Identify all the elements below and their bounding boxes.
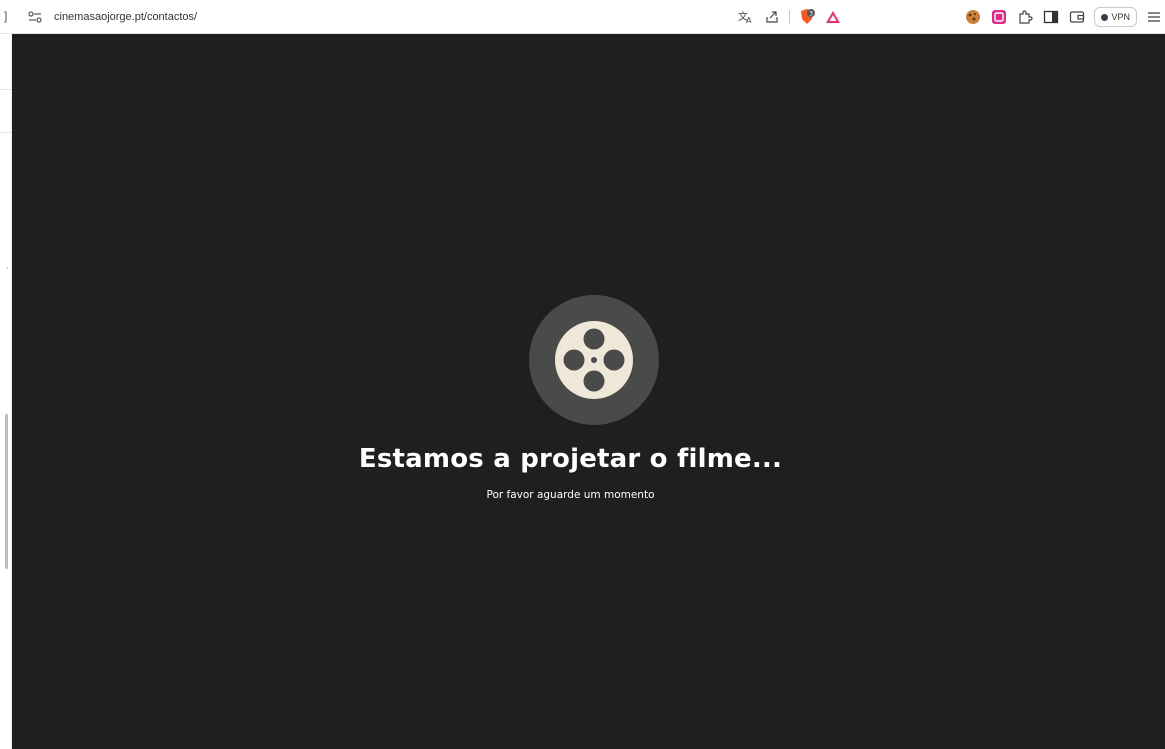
loading-headline: Estamos a projetar o filme... xyxy=(358,444,783,474)
site-settings-icon[interactable] xyxy=(26,8,44,26)
toolbar-separator xyxy=(789,10,790,24)
loading-subline: Por favor aguarde um momento xyxy=(486,489,655,501)
gutter-divider xyxy=(0,89,12,90)
reel-center xyxy=(591,357,597,363)
gutter-divider xyxy=(0,132,12,133)
tab-edge-icon: ] xyxy=(4,9,8,23)
loading-screen xyxy=(12,34,1165,749)
vpn-label: VPN xyxy=(1111,12,1130,22)
reel-hole xyxy=(583,370,605,392)
address-bar[interactable]: cinemasaojorge.pt/contactos/ 文 A 3 xyxy=(20,4,850,30)
vpn-status-icon xyxy=(1101,13,1109,21)
reel-hole xyxy=(563,349,585,371)
url-text[interactable]: cinemasaojorge.pt/contactos/ xyxy=(54,11,197,23)
extension-icon[interactable] xyxy=(990,8,1008,26)
shields-count: 3 xyxy=(809,11,813,18)
hamburger-menu-icon[interactable] xyxy=(1145,8,1163,26)
reel-hole xyxy=(583,328,605,350)
translate-icon[interactable]: 文 A xyxy=(737,8,755,26)
browser-toolbar: ] cinemasaojorge.pt/contactos/ 文 A 3 VPN xyxy=(0,0,1165,34)
film-reel-icon xyxy=(528,294,660,426)
brave-shields-icon[interactable]: 3 xyxy=(798,8,816,26)
reel-hole xyxy=(603,349,625,371)
cookie-extension-icon[interactable] xyxy=(964,8,982,26)
sidebar-icon[interactable] xyxy=(1042,8,1060,26)
gutter-mark: ˋ xyxy=(6,266,9,276)
page-content xyxy=(12,34,1165,749)
wallet-icon[interactable] xyxy=(1068,8,1086,26)
share-icon[interactable] xyxy=(763,8,781,26)
brave-rewards-icon[interactable] xyxy=(824,8,842,26)
vpn-button[interactable]: VPN xyxy=(1094,7,1137,27)
left-side-strip: ˋ xyxy=(0,34,12,749)
puzzle-icon[interactable] xyxy=(1016,8,1034,26)
svg-text:A: A xyxy=(746,16,752,24)
